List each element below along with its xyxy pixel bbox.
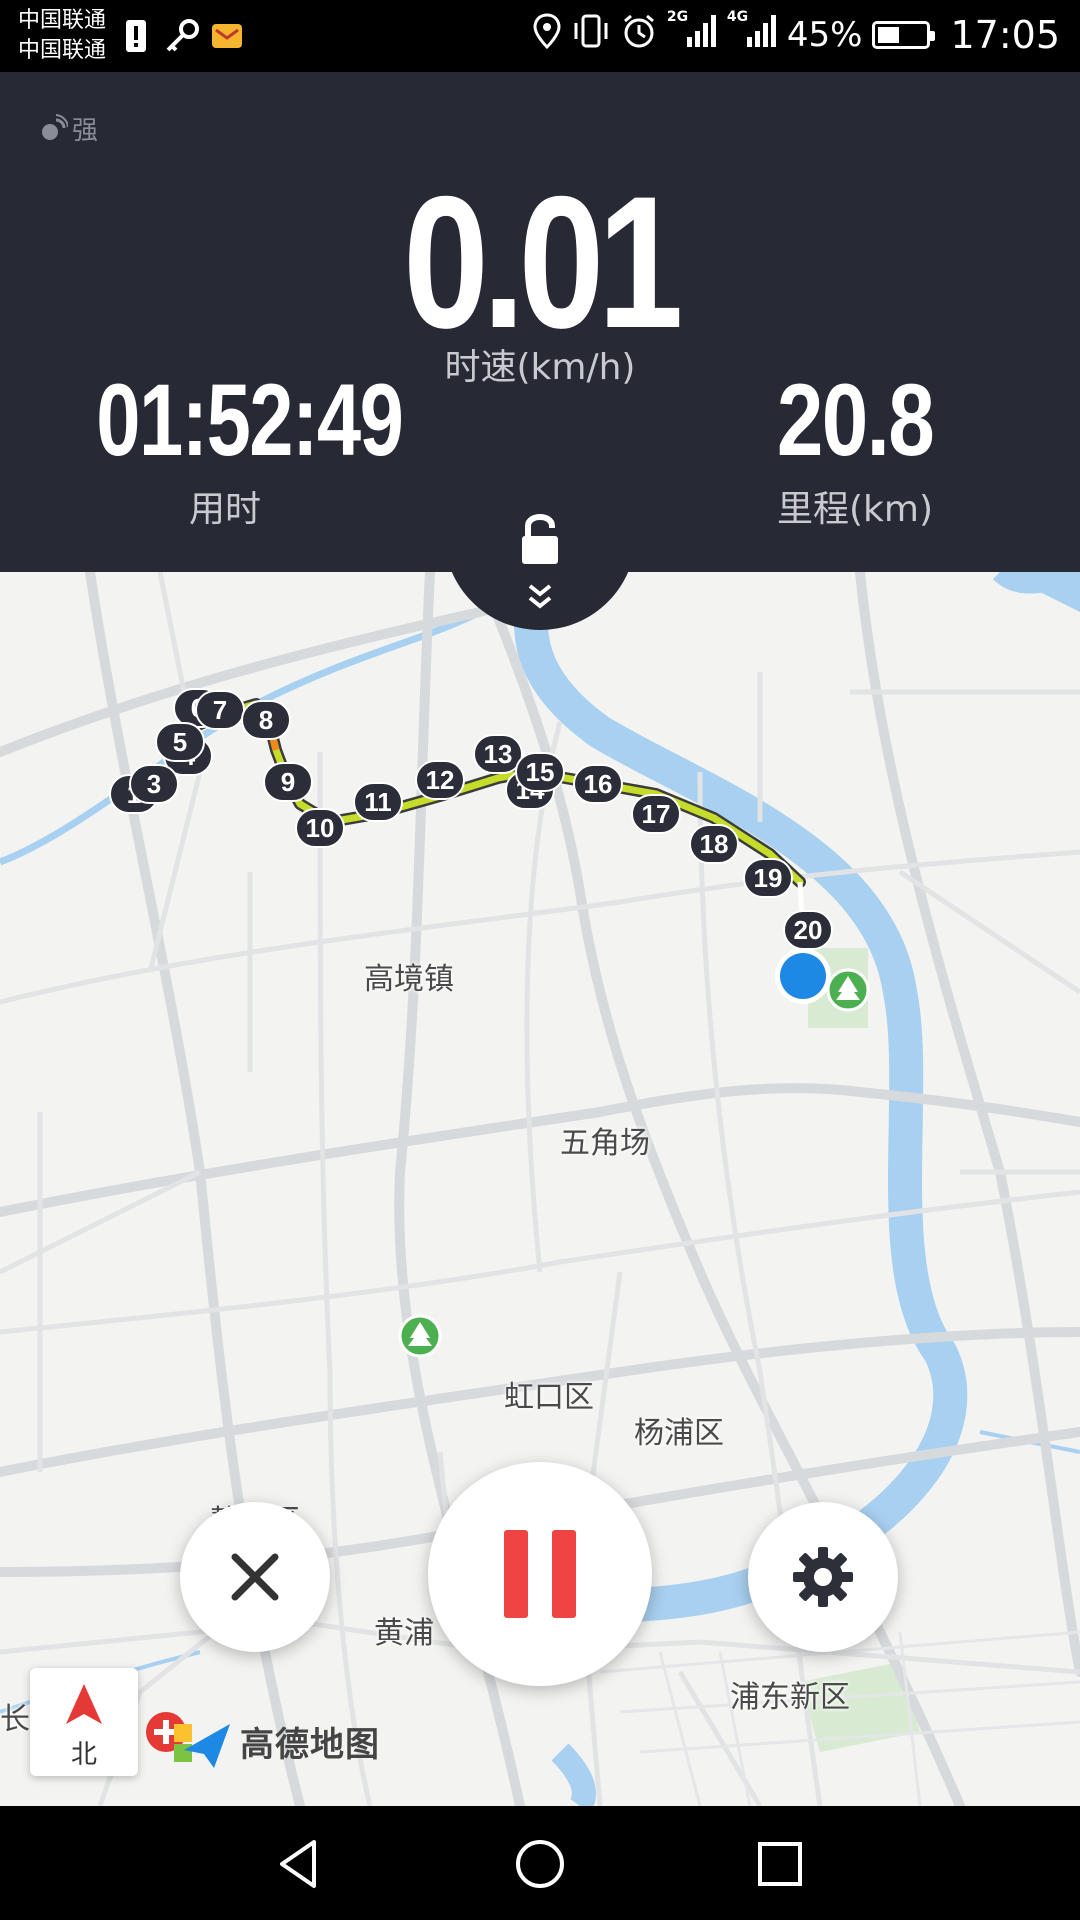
mail-icon bbox=[210, 16, 244, 56]
alarm-icon bbox=[621, 13, 657, 58]
pause-icon bbox=[504, 1530, 576, 1618]
current-location-dot bbox=[780, 953, 826, 999]
battery-icon bbox=[872, 21, 936, 49]
battery-percent: 45% bbox=[786, 15, 863, 55]
key-icon bbox=[162, 16, 202, 56]
km-marker[interactable]: 18 bbox=[689, 824, 739, 864]
signal-2-label: 4G bbox=[726, 8, 749, 25]
carrier-2: 中国联通 bbox=[18, 38, 107, 63]
park-icon bbox=[826, 968, 870, 1012]
clock: 17:05 bbox=[950, 13, 1060, 57]
km-marker[interactable]: 8 bbox=[241, 700, 291, 740]
km-marker[interactable]: 16 bbox=[573, 764, 623, 804]
km-marker[interactable]: 12 bbox=[415, 760, 465, 800]
km-marker[interactable]: 10 bbox=[295, 808, 345, 848]
signal-icon-1: 2G bbox=[667, 9, 717, 58]
compass-button[interactable]: 北 bbox=[30, 1668, 138, 1776]
double-chevron-down-icon[interactable] bbox=[522, 582, 558, 612]
carrier-1: 中国联通 bbox=[18, 8, 107, 33]
km-marker[interactable]: 5 bbox=[155, 722, 205, 762]
battery-fill bbox=[878, 27, 900, 43]
km-marker[interactable]: 3 bbox=[129, 764, 179, 804]
amap-logo-icon bbox=[146, 1712, 230, 1768]
km-marker[interactable]: 15 bbox=[515, 752, 565, 792]
amap-logo-text: 高德地图 bbox=[240, 1724, 380, 1765]
home-icon[interactable] bbox=[510, 1834, 570, 1894]
km-marker[interactable]: 19 bbox=[743, 858, 793, 898]
km-marker[interactable]: 9 bbox=[263, 762, 313, 802]
close-icon bbox=[231, 1553, 279, 1601]
settings-button[interactable] bbox=[748, 1502, 898, 1652]
status-right: 2G 4G 45% 17:05 bbox=[533, 9, 1060, 60]
district-label-huangpu: 黄浦 bbox=[374, 1616, 434, 1651]
district-label-chang: 长 bbox=[0, 1702, 30, 1737]
district-label-hongkou: 虹口区 bbox=[504, 1380, 594, 1415]
signal-1-label: 2G bbox=[666, 8, 689, 25]
vibrate-icon bbox=[571, 13, 611, 58]
km-marker[interactable]: 7 bbox=[195, 690, 245, 730]
location-icon bbox=[533, 12, 561, 58]
stats-panel: 强 0.01 时速(km/h) 01:52:49 用时 20.8 里程(km) bbox=[0, 72, 1080, 572]
gps-strength-label: 强 bbox=[72, 116, 99, 146]
north-arrow-icon bbox=[66, 1684, 102, 1724]
signal-icon-2: 4G bbox=[727, 9, 777, 58]
district-label-gaojing: 高境镇 bbox=[364, 962, 454, 997]
distance-label: 里程(km) bbox=[776, 489, 933, 530]
status-bar: 中国联通 中国联通 2G 4G 45% 17:05 bbox=[0, 0, 1080, 72]
sim-alert-icon bbox=[124, 16, 148, 56]
back-icon[interactable] bbox=[270, 1834, 330, 1894]
pause-button[interactable] bbox=[428, 1462, 652, 1686]
gps-signal: 强 bbox=[38, 110, 98, 147]
satellite-icon bbox=[42, 113, 68, 140]
duration-label: 用时 bbox=[188, 489, 261, 530]
stop-button[interactable] bbox=[180, 1502, 330, 1652]
duration-value: 01:52:49 bbox=[96, 363, 404, 477]
gear-icon bbox=[793, 1547, 853, 1607]
km-marker[interactable]: 11 bbox=[353, 782, 403, 822]
district-label-pudong: 浦东新区 bbox=[730, 1680, 850, 1715]
km-marker[interactable]: 17 bbox=[631, 794, 681, 834]
carrier-labels: 中国联通 中国联通 bbox=[18, 6, 106, 66]
compass-label: 北 bbox=[70, 1740, 97, 1770]
district-label-wujiaochang: 五角场 bbox=[560, 1126, 650, 1161]
distance-value: 20.8 bbox=[776, 363, 935, 477]
lock-icon[interactable] bbox=[516, 510, 564, 568]
recents-icon[interactable] bbox=[750, 1834, 810, 1894]
km-marker[interactable]: 20 bbox=[783, 910, 833, 950]
park-icon-2 bbox=[398, 1314, 442, 1358]
district-label-yangpu: 杨浦区 bbox=[634, 1416, 724, 1451]
amap-logo: 高德地图 bbox=[144, 1710, 380, 1772]
system-nav-bar bbox=[0, 1806, 1080, 1920]
